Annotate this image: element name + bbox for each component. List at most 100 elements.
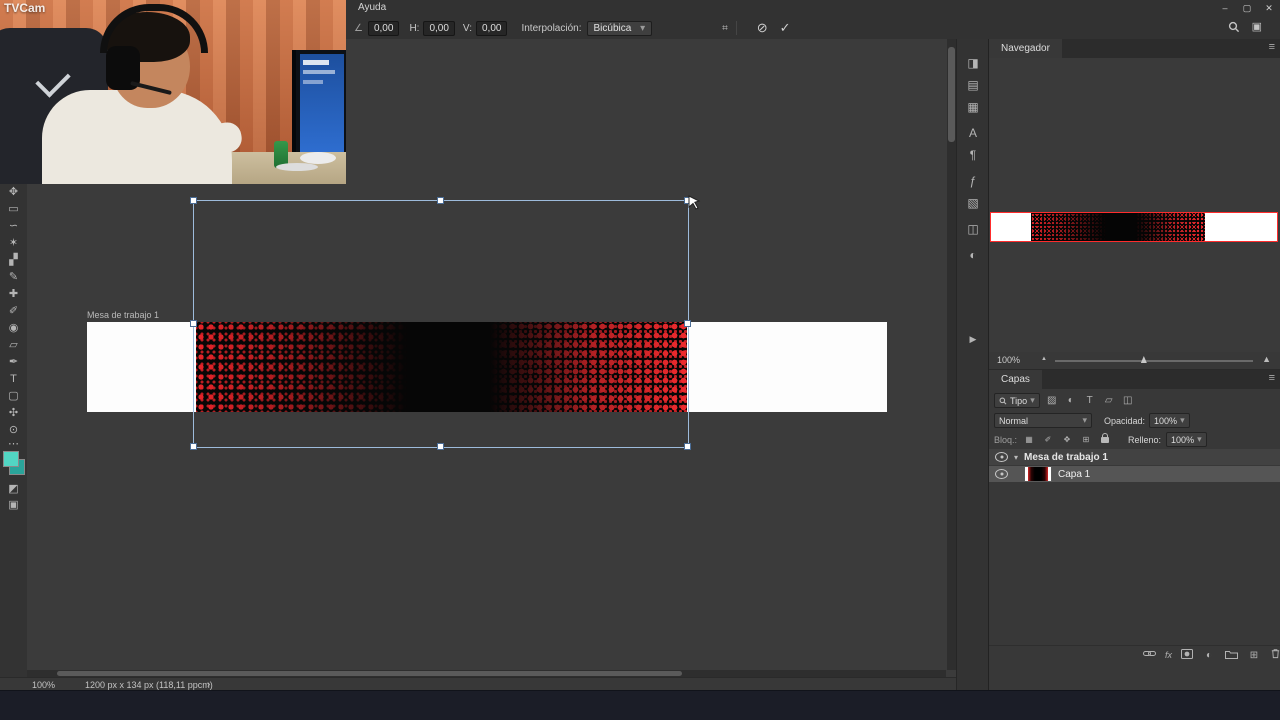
fill-field[interactable]: 100% ▾ [1166,432,1207,447]
adjustment-layer-icon[interactable]: ◐ [1202,650,1216,661]
v-skew-field[interactable]: 0,00 [475,20,508,36]
quick-mask-icon[interactable]: ◩ [0,482,27,496]
handle-top-middle[interactable] [437,197,444,204]
magic-wand-tool-icon[interactable]: ✶ [0,236,27,250]
layer-styles-fx-icon[interactable]: fx [1165,650,1172,660]
link-layers-icon[interactable] [1142,649,1156,661]
visibility-eye-icon[interactable] [995,452,1008,462]
blend-mode-select[interactable]: Normal ▾ [994,413,1092,428]
horizontal-scrollbar[interactable] [27,670,946,677]
handle-bottom-left[interactable] [190,443,197,450]
menu-ayuda[interactable]: Ayuda [358,2,386,13]
lock-pixels-icon[interactable]: ✐ [1041,435,1055,444]
vertical-scrollbar-thumb[interactable] [948,47,955,142]
layer-thumbnail[interactable] [1024,466,1052,482]
screen-mode-icon[interactable]: ▣ [0,498,27,512]
clone-stamp-tool-icon[interactable]: ◉ [0,321,27,335]
zoom-in-mountain-icon[interactable]: ▲ [1262,354,1271,364]
type-tool-icon[interactable]: T [0,372,27,386]
commit-transform-button[interactable]: ✓ [780,20,791,36]
libraries-panel-icon[interactable]: ◫ [957,222,989,236]
transform-bounding-box[interactable] [193,200,689,448]
paragraph-panel-icon[interactable]: ¶ [957,148,989,162]
filter-type-layers-icon[interactable]: T [1083,395,1097,406]
handle-bottom-right[interactable] [684,443,691,450]
marquee-tool-icon[interactable]: ▭ [0,202,27,216]
handle-middle-left[interactable] [190,320,197,327]
search-icon[interactable] [1228,21,1240,36]
opacity-field[interactable]: 100% ▾ [1149,413,1190,428]
layer-row-label[interactable]: Capa 1 [1058,469,1090,480]
filter-pixel-layers-icon[interactable]: ▨ [1045,395,1059,406]
move-tool-icon[interactable]: ✥ [0,185,27,199]
v-skew-label: V: [462,22,472,34]
navigator-zoom-slider[interactable] [1055,360,1253,362]
expand-panels-icon[interactable]: ▶ [957,334,989,345]
new-layer-icon[interactable]: ⊞ [1247,650,1261,661]
visibility-eye-icon[interactable] [995,469,1008,479]
handle-top-left[interactable] [190,197,197,204]
navigator-zoom-value[interactable]: 100% [997,355,1020,365]
chevron-down-icon: ▾ [1197,434,1202,444]
color-panel-icon[interactable]: ◨ [957,56,989,70]
toolbar-ellipsis-icon[interactable]: ⋯ [0,437,27,451]
layer-mask-icon[interactable] [1181,648,1193,662]
hand-tool-icon[interactable]: ✣ [0,406,27,420]
swatches-panel-icon[interactable]: ▤ [957,78,989,92]
cancel-transform-button[interactable]: ⊘ [757,20,768,36]
chevron-down-icon[interactable]: ▾ [1014,453,1018,462]
navigator-view-rectangle[interactable] [990,212,1278,242]
interpolation-select[interactable]: Bicúbica ▾ [586,20,653,36]
filter-adjustment-layers-icon[interactable]: ◐ [1064,395,1078,406]
crop-tool-icon[interactable]: ▞ [0,253,27,267]
filter-smart-objects-icon[interactable]: ◫ [1121,395,1135,406]
lock-position-icon[interactable]: ✥ [1060,435,1074,444]
lasso-tool-icon[interactable]: ∽ [0,219,27,233]
h-skew-field[interactable]: 0,00 [423,20,455,36]
layer-row-label[interactable]: Mesa de trabajo 1 [1024,452,1108,463]
navigator-thumbnail[interactable] [990,212,1278,242]
delete-layer-icon[interactable] [1270,648,1280,662]
new-group-icon[interactable] [1225,649,1238,662]
layer-filter-select[interactable]: Tipo ▾ [994,393,1040,408]
eraser-tool-icon[interactable]: ▱ [0,338,27,352]
layer-row-artboard[interactable]: ▾ Mesa de trabajo 1 [989,449,1280,465]
zoom-out-mountain-icon[interactable]: ▲ [1041,356,1047,362]
character-panel-icon[interactable]: A [957,126,989,140]
webcam-overlay-window[interactable]: TVCam [0,0,346,184]
lock-artboard-icon[interactable]: ⊞ [1079,435,1093,444]
filter-shape-layers-icon[interactable]: ▱ [1102,395,1116,406]
glyphs-panel-icon[interactable]: ƒ [957,174,989,188]
pen-tool-icon[interactable]: ✒ [0,355,27,369]
navigator-tab[interactable]: Navegador [989,39,1062,58]
patterns-panel-icon[interactable]: ▦ [957,100,989,114]
layers-tab[interactable]: Capas [989,370,1042,389]
angle-field[interactable]: 0,00 [367,20,400,36]
maximize-button[interactable]: ▢ [1236,0,1258,16]
artboard-label[interactable]: Mesa de trabajo 1 [87,310,159,320]
search-icon [999,397,1007,404]
layers-panel-menu-icon[interactable]: ≡ [1269,372,1275,384]
status-zoom[interactable]: 100% [32,680,55,690]
foreground-color-swatch[interactable] [3,451,19,467]
vertical-scrollbar[interactable] [947,39,956,670]
layer-row-capa1[interactable]: Capa 1 [989,466,1280,482]
shape-tool-icon[interactable]: ▢ [0,389,27,403]
gradients-panel-icon[interactable]: ▧ [957,196,989,210]
horizontal-scrollbar-thumb[interactable] [57,671,682,676]
handle-bottom-middle[interactable] [437,443,444,450]
brush-tool-icon[interactable]: ✐ [0,304,27,318]
lock-transparency-icon[interactable]: ▦ [1022,435,1036,444]
healing-brush-tool-icon[interactable]: ✚ [0,287,27,301]
zoom-tool-icon[interactable]: ⊙ [0,423,27,437]
adjustments-panel-icon[interactable]: ◐ [957,248,989,262]
lock-all-icon[interactable] [1101,432,1110,443]
close-button[interactable]: ✕ [1258,0,1280,16]
panel-menu-icon[interactable]: ≡ [1269,41,1275,53]
warp-toggle-icon[interactable]: ⌗ [722,23,728,34]
minimize-button[interactable]: – [1214,0,1236,16]
status-chevron-icon[interactable]: › [207,679,210,690]
eyedropper-tool-icon[interactable]: ✎ [0,270,27,284]
handle-middle-right[interactable] [684,320,691,327]
workspace-icon[interactable]: ▣ [1252,20,1262,33]
